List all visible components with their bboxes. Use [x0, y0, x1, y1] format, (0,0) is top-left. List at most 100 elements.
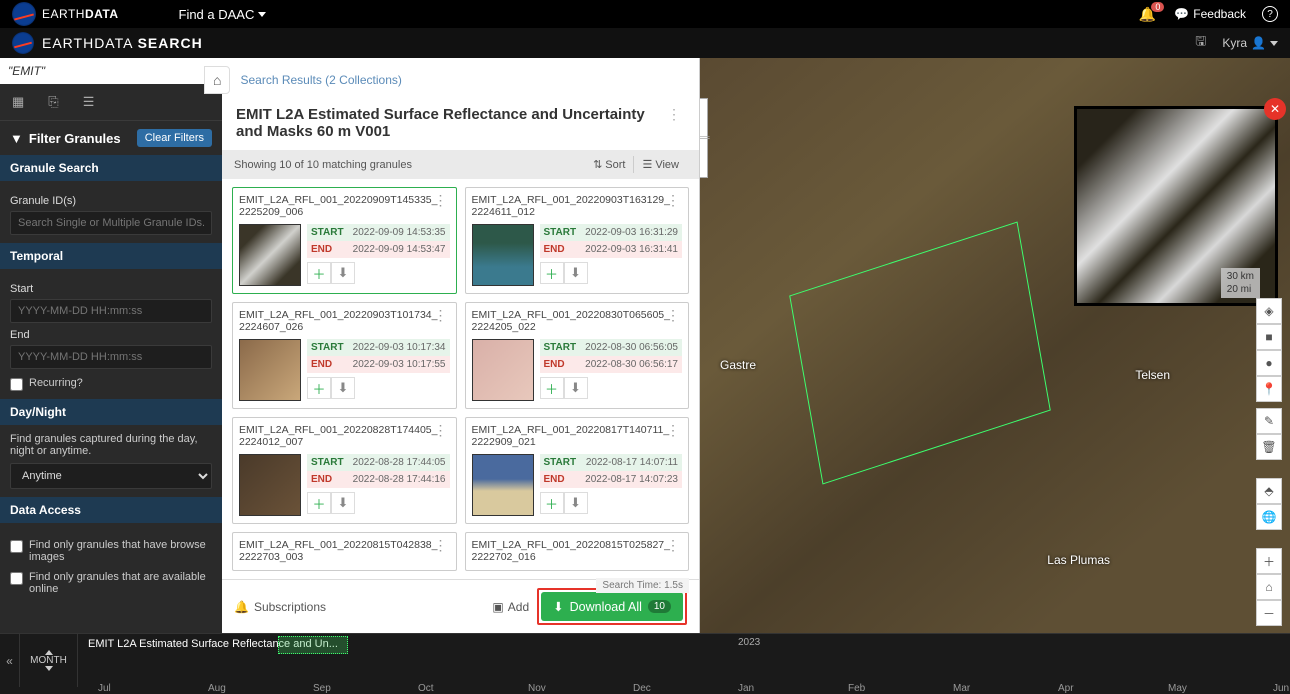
granule-menu-icon[interactable]: ⋮	[430, 307, 452, 324]
granule-ids-input[interactable]	[10, 211, 212, 235]
result-count: Showing 10 of 10 matching granules	[234, 159, 412, 171]
nasa-logo-icon	[12, 32, 34, 54]
granule-menu-icon[interactable]: ⋮	[662, 422, 684, 439]
timeline-tick: Oct	[418, 683, 434, 694]
add-button[interactable]: ▣ Add	[492, 600, 529, 614]
start-input[interactable]	[10, 299, 212, 323]
granule-thumbnail	[239, 454, 301, 516]
timeline-year-label: 2023	[738, 637, 760, 648]
add-granule-button[interactable]: ＋	[307, 262, 331, 284]
granule-menu-icon[interactable]: ⋮	[662, 537, 684, 554]
timeline-interval-selector[interactable]: MONTH	[20, 634, 78, 687]
section-daynight: Day/Night	[0, 399, 222, 425]
find-daac-menu[interactable]: Find a DAAC	[179, 7, 267, 22]
subscriptions-button[interactable]: 🔔 Subscriptions	[234, 600, 326, 614]
timeline-tick: Apr	[1058, 683, 1074, 694]
granule-card[interactable]: EMIT_L2A_RFL_001_20220828T174405_2224012…	[232, 417, 457, 524]
map[interactable]: ║ Gastre Telsen Las Plumas ✕ 30 km20 mi …	[700, 58, 1290, 633]
collection-title: EMIT L2A Estimated Surface Reflectance a…	[236, 106, 655, 140]
granule-name: EMIT_L2A_RFL_001_20220903T101734_2224607…	[239, 309, 450, 333]
add-granule-button[interactable]: ＋	[540, 492, 564, 514]
granule-menu-icon[interactable]: ⋮	[430, 422, 452, 439]
tab-temporal-icon[interactable]: ▦	[0, 90, 36, 114]
granule-card[interactable]: EMIT_L2A_RFL_001_20220815T025827_2222702…	[465, 532, 690, 571]
granule-card[interactable]: EMIT_L2A_RFL_001_20220815T042838_2222703…	[232, 532, 457, 571]
download-granule-button[interactable]: ⬇	[331, 262, 355, 284]
timeline-data-range	[278, 636, 348, 654]
granule-ids-label: Granule ID(s)	[10, 195, 212, 207]
browse-only-checkbox[interactable]: Find only granules that have browse imag…	[10, 539, 212, 563]
add-granule-button[interactable]: ＋	[540, 377, 564, 399]
timeline-tick: May	[1168, 683, 1187, 694]
download-granule-button[interactable]: ⬇	[564, 377, 588, 399]
save-project-button[interactable]: 🖫	[1195, 32, 1206, 54]
help-icon[interactable]: ?	[1262, 6, 1278, 22]
user-menu[interactable]: Kyra 👤	[1222, 36, 1278, 50]
granule-thumbnail	[239, 339, 301, 401]
results-panel: ⌂ Search Results (2 Collections) EMIT L2…	[222, 58, 700, 633]
timeline-tick: Nov	[528, 683, 546, 694]
tab-spatial-icon[interactable]: ⎘	[36, 90, 70, 114]
add-granule-button[interactable]: ＋	[307, 377, 331, 399]
close-preview-button[interactable]: ✕	[1264, 98, 1286, 120]
timeline-tick: Jul	[98, 683, 111, 694]
end-label: End	[10, 329, 212, 341]
map-scale: 30 km20 mi	[1221, 268, 1260, 298]
granule-card[interactable]: EMIT_L2A_RFL_001_20220903T101734_2224607…	[232, 302, 457, 409]
timeline-tick: Jun	[1273, 683, 1289, 694]
online-only-checkbox[interactable]: Find only granules that are available on…	[10, 571, 212, 595]
granule-menu-icon[interactable]: ⋮	[662, 307, 684, 324]
granule-name: EMIT_L2A_RFL_001_20220817T140711_2222909…	[472, 424, 683, 448]
home-icon[interactable]: ⌂	[204, 66, 230, 94]
granule-thumbnail	[239, 224, 301, 286]
search-input[interactable]: "EMIT"	[0, 58, 222, 84]
granule-card[interactable]: EMIT_L2A_RFL_001_20220903T163129_2224611…	[465, 187, 690, 294]
download-granule-button[interactable]: ⬇	[564, 492, 588, 514]
tab-advanced-icon[interactable]: ☰	[71, 90, 107, 114]
daynight-description: Find granules captured during the day, n…	[10, 433, 212, 457]
granule-card[interactable]: EMIT_L2A_RFL_001_20220817T140711_2222909…	[465, 417, 690, 524]
granule-name: EMIT_L2A_RFL_001_20220903T163129_2224611…	[472, 194, 683, 218]
map-label-telsen: Telsen	[1135, 368, 1170, 382]
granule-menu-icon[interactable]: ⋮	[430, 537, 452, 554]
timeline-tick: Jan	[738, 683, 754, 694]
map-label-gastre: Gastre	[720, 358, 756, 372]
add-granule-button[interactable]: ＋	[307, 492, 331, 514]
end-input[interactable]	[10, 345, 212, 369]
granule-card[interactable]: EMIT_L2A_RFL_001_20220909T145335_2225209…	[232, 187, 457, 294]
download-granule-button[interactable]: ⬇	[564, 262, 588, 284]
granule-menu-icon[interactable]: ⋮	[662, 192, 684, 209]
layers-button[interactable]: ◈	[1256, 298, 1282, 324]
selected-footprint	[789, 221, 1051, 484]
granule-thumbnail	[472, 224, 534, 286]
granule-thumbnail	[472, 339, 534, 401]
download-all-button[interactable]: ⬇ Download All 10	[541, 592, 683, 621]
notifications-button[interactable]: 🔔0	[1139, 6, 1156, 23]
timeline[interactable]: « MONTH EMIT L2A Estimated Surface Refle…	[0, 633, 1290, 687]
collection-menu-icon[interactable]: ⋮	[663, 106, 685, 123]
recurring-checkbox[interactable]: Recurring?	[10, 377, 212, 391]
app-title: EARTHDATA SEARCH	[42, 35, 203, 51]
granule-name: EMIT_L2A_RFL_001_20220815T042838_2222703…	[239, 539, 450, 563]
view-button[interactable]: ☰ View	[634, 156, 687, 173]
download-granule-button[interactable]: ⬇	[331, 377, 355, 399]
granule-menu-icon[interactable]: ⋮	[430, 192, 452, 209]
earthdata-brand: EARTHDATA	[42, 7, 119, 21]
feedback-button[interactable]: 💬 Feedback	[1174, 7, 1246, 21]
granule-name: EMIT_L2A_RFL_001_20220909T145335_2225209…	[239, 194, 450, 218]
sort-button[interactable]: ⇅ Sort	[585, 156, 634, 173]
download-granule-button[interactable]: ⬇	[331, 492, 355, 514]
add-granule-button[interactable]: ＋	[540, 262, 564, 284]
daynight-select[interactable]: Anytime	[10, 463, 212, 489]
granule-name: EMIT_L2A_RFL_001_20220828T174405_2224012…	[239, 424, 450, 448]
clear-filters-button[interactable]: Clear Filters	[137, 129, 212, 147]
granule-name: EMIT_L2A_RFL_001_20220830T065605_2224205…	[472, 309, 683, 333]
panel-resize-handle[interactable]: ║	[700, 98, 708, 178]
timeline-tick: Sep	[313, 683, 331, 694]
granule-card[interactable]: EMIT_L2A_RFL_001_20220830T065605_2224205…	[465, 302, 690, 409]
section-granule-search: Granule Search	[0, 155, 222, 181]
section-data-access: Data Access	[0, 497, 222, 523]
search-time: Search Time: 1.5s	[596, 578, 689, 593]
breadcrumb[interactable]: Search Results (2 Collections)	[240, 73, 401, 87]
timeline-collapse-button[interactable]: «	[0, 634, 20, 687]
